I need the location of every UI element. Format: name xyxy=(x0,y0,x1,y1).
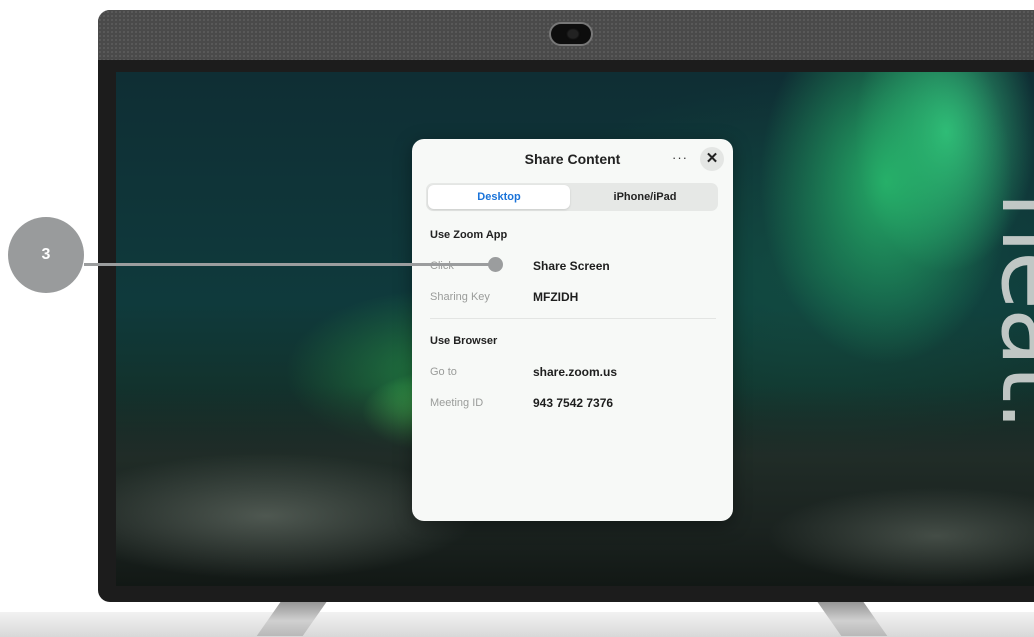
sharing-key-label: Sharing Key xyxy=(430,291,490,303)
callout-line xyxy=(84,263,497,266)
tab-desktop[interactable]: Desktop xyxy=(428,185,570,209)
platform-tabs: Desktop iPhone/iPad xyxy=(426,183,718,211)
callout-dot xyxy=(488,257,503,272)
zoom-app-heading: Use Zoom App xyxy=(430,229,508,241)
browser-heading: Use Browser xyxy=(430,335,498,347)
meeting-id-label: Meeting ID xyxy=(430,397,484,409)
camera-icon xyxy=(549,22,593,46)
go-to-label: Go to xyxy=(430,366,457,378)
share-url-value: share.zoom.us xyxy=(533,365,618,379)
share-screen-value: Share Screen xyxy=(533,259,610,273)
neat-logo: neat. xyxy=(980,192,1034,429)
meeting-id-value: 943 7542 7376 xyxy=(533,396,614,410)
step-callout-badge: 3 xyxy=(8,217,84,293)
share-content-dialog: Share Content ··· ✕ Desktop iPhone/iPad … xyxy=(412,139,733,521)
sharing-key-value: MFZIDH xyxy=(533,290,579,304)
click-label: Click xyxy=(430,260,454,272)
close-button[interactable]: ✕ xyxy=(700,147,724,171)
tab-iphone-ipad[interactable]: iPhone/iPad xyxy=(574,185,716,209)
more-options-button[interactable]: ··· xyxy=(670,151,690,167)
section-divider xyxy=(430,318,716,319)
